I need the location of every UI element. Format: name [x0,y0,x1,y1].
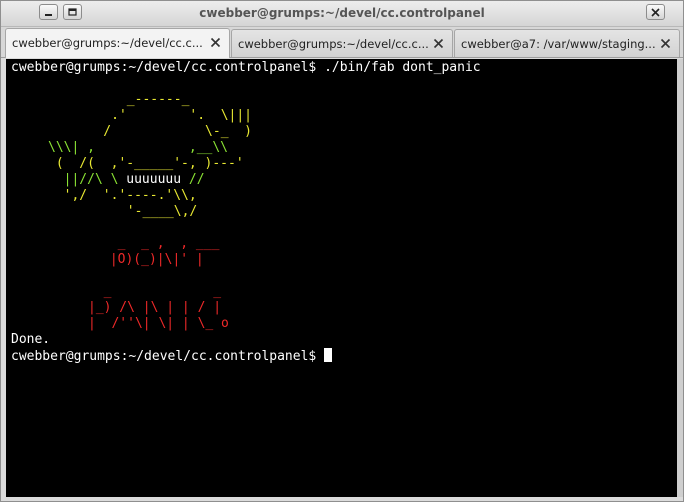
tab-label: cwebber@grumps:~/devel/cc.c... [238,37,429,51]
tab-3[interactable]: cwebber@a7: /var/www/staging... [454,29,680,57]
command: ./bin/fab dont_panic [324,60,481,75]
terminal-window: cwebber@grumps:~/devel/cc.controlpanel c… [0,0,684,502]
tab-close-icon[interactable] [209,36,222,49]
tab-close-icon[interactable] [432,37,445,50]
art-banner-line: |_) /\ |\ | | / | [88,300,222,315]
close-window-button[interactable] [646,4,665,20]
prompt: cwebber@grumps:~/devel/cc.controlpanel$ [11,60,317,75]
output-done: Done. [11,332,51,347]
tab-1[interactable]: cwebber@grumps:~/devel/cc.c... [5,28,230,58]
terminal-area[interactable]: cwebber@grumps:~/devel/cc.controlpanel$ … [6,59,678,497]
terminal-scrollbar[interactable] [677,59,683,497]
tab-bar: cwebber@grumps:~/devel/cc.c... cwebber@g… [1,27,683,58]
close-icon [651,7,660,17]
art-face-line: _------_ [72,92,190,107]
art-face-line: '-____\,/ [72,204,198,219]
command-line: cwebber@grumps:~/devel/cc.controlpanel$ … [11,60,481,76]
tab-label: cwebber@grumps:~/devel/cc.c... [12,36,203,50]
art-face-line: \\\| , ,__\\ [48,140,229,155]
prompt: cwebber@grumps:~/devel/cc.controlpanel$ [11,349,317,364]
art-banner-line: _ _ [88,284,222,299]
tab-2[interactable]: cwebber@grumps:~/devel/cc.c... [231,29,453,57]
art-face-line: ',/ '.'----.'\\, [48,188,197,203]
art-teeth: uuuuuuu [126,172,182,187]
art-banner-line: |O)(_)|\|' | [102,252,204,267]
art-face-part: // [181,172,205,187]
art-face-part: ||//\ \ [48,172,127,187]
title-bar[interactable]: cwebber@grumps:~/devel/cc.controlpanel [1,1,683,27]
art-face-line: ( /( ,'-_____'-, )---' [48,156,244,171]
tab-label: cwebber@a7: /var/www/staging... [461,37,656,51]
art-face-line: / \-_ ) [72,124,253,139]
art-face-line: .' '. \||| [72,108,253,123]
current-prompt-line: cwebber@grumps:~/devel/cc.controlpanel$ [11,348,333,365]
text-cursor [324,348,333,362]
art-banner-line: | /''\| \| | \_ o [88,316,229,331]
art-banner-line: _ _ , , ___ [102,236,220,251]
art-face-line-teeth: ||//\ \ uuuuuuu // [48,172,205,188]
window-title: cwebber@grumps:~/devel/cc.controlpanel [199,6,485,20]
tab-close-icon[interactable] [659,37,672,50]
